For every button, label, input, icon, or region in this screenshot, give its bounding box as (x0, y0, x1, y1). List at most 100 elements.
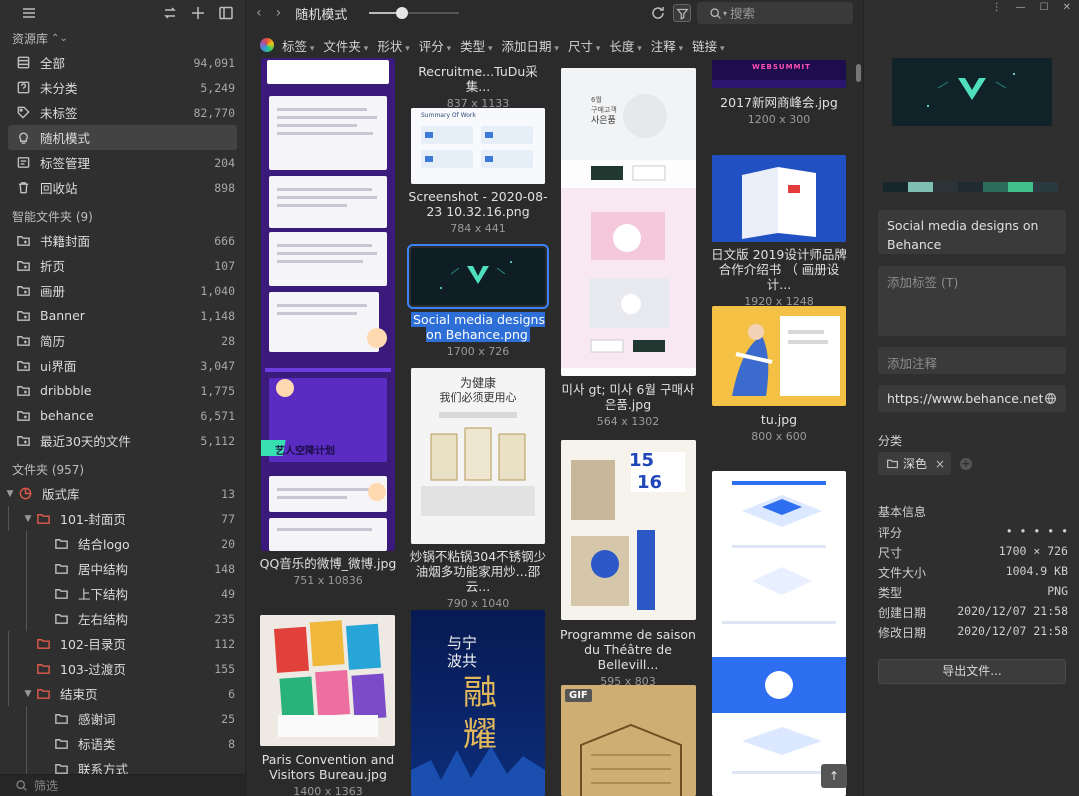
thumbnail-social-media[interactable] (407, 244, 549, 309)
thumbnail-screenshot[interactable]: Summary Of Work (411, 108, 545, 184)
library-item[interactable]: 未标签 82,770 (0, 100, 245, 125)
folder-tree-item[interactable]: 103-过渡页 155 (0, 656, 245, 681)
maximize-icon[interactable]: ☐ (1040, 2, 1049, 13)
tags-field[interactable]: 添加标签 (T) (878, 266, 1066, 336)
smart-folders-header[interactable]: 智能文件夹 (9) (0, 204, 245, 228)
thumbnail-wok[interactable]: 为健康 我们必须更用心 (411, 368, 545, 544)
smart-folder-item[interactable]: behance 6,571 (0, 403, 245, 428)
filter-chip[interactable]: 长度 (609, 36, 641, 55)
thumbnail-ningbo[interactable]: 与宁 波共 融耀 (411, 610, 545, 796)
palette-swatch[interactable] (983, 182, 1008, 192)
filter-chip[interactable]: 注释 (651, 36, 683, 55)
palette-swatch[interactable] (958, 182, 983, 192)
globe-icon[interactable] (1043, 390, 1057, 408)
library-header[interactable]: 资源库 ⌃⌄ (0, 26, 245, 50)
folder-tree-item[interactable]: 感谢词 25 (0, 706, 245, 731)
folder-tree-item[interactable]: ▼ 101-封面页 77 (0, 506, 245, 531)
expand-toggle-icon[interactable]: ▼ (22, 514, 34, 524)
zoom-handle[interactable] (395, 7, 408, 19)
folder-tree-item[interactable]: ▼ 结束页 6 (0, 681, 245, 706)
caption-qq-weibo[interactable]: QQ音乐的微博_微博.jpg 751 x 10836 (256, 556, 400, 588)
scroll-top-button[interactable]: ↑ (821, 764, 847, 788)
smart-folder-item[interactable]: 简历 28 (0, 328, 245, 353)
sidebar-filter[interactable]: 筛选 (0, 774, 245, 796)
filter-chip[interactable]: 添加日期 (502, 36, 559, 55)
caption-wok[interactable]: 炒锅不粘锅304不锈钢少油烟多功能家用炒...邵云... 790 x 1040 (406, 549, 550, 611)
folders-header[interactable]: 文件夹 (957) (0, 457, 245, 481)
palette-swatch[interactable] (933, 182, 958, 192)
thumbnail-misa[interactable]: 6월 구매고객 사은품 (561, 68, 696, 376)
smart-folder-item[interactable]: 最近30天的文件 5,112 (0, 428, 245, 453)
filter-chip[interactable]: 类型 (460, 36, 492, 55)
smart-folder-item[interactable]: 画册 1,040 (0, 278, 245, 303)
back-icon[interactable]: ‹ (256, 5, 262, 21)
folder-tree-item[interactable]: 结合logo 20 (0, 531, 245, 556)
palette-swatch[interactable] (1008, 182, 1033, 192)
thumbnail-bellevill[interactable]: 15 16 (561, 440, 696, 620)
folder-tree-item[interactable]: ▼ 版式库 13 (0, 481, 245, 506)
library-item[interactable]: 回收站 898 (0, 175, 245, 200)
search-box[interactable]: ▾ (697, 2, 853, 24)
caption-social-media[interactable]: Social media designs on Behance.png 1700… (406, 312, 550, 359)
caption-bellevill[interactable]: Programme de saison du Théâtre de Bellev… (556, 627, 700, 689)
menu-icon[interactable] (20, 4, 38, 22)
more-icon[interactable]: ⋮ (992, 2, 1002, 13)
filter-chip[interactable]: 链接 (692, 36, 724, 55)
smart-folder-item[interactable]: 书籍封面 666 (0, 228, 245, 253)
thumbnail-tu[interactable] (712, 306, 846, 406)
name-field[interactable]: Social media designs on Behance (878, 210, 1066, 254)
folder-tree-item[interactable]: 左右结构 235 (0, 606, 245, 631)
grid-scrollbar[interactable] (856, 64, 861, 82)
remove-folder-icon[interactable]: × (935, 457, 945, 471)
thumbnail-summit[interactable]: WEBSUMMIT (712, 60, 846, 88)
zoom-slider[interactable] (369, 6, 460, 20)
filter-chip[interactable]: 形状 (377, 36, 409, 55)
smart-folder-item[interactable]: Banner 1,148 (0, 303, 245, 328)
thumbnail-gif[interactable]: GIF (561, 685, 696, 796)
expand-toggle-icon[interactable]: ▼ (4, 489, 16, 499)
caption-summit[interactable]: 2017新网商峰会.jpg 1200 x 300 (707, 95, 851, 127)
preview-image[interactable] (892, 58, 1052, 126)
library-item[interactable]: 标签管理 204 (0, 150, 245, 175)
palette-swatch[interactable] (908, 182, 933, 192)
library-item[interactable]: 未分类 5,249 (0, 75, 245, 100)
sync-icon[interactable] (161, 4, 179, 22)
caption-screenshot[interactable]: Screenshot - 2020-08-23 10.32.16.png 784… (406, 189, 550, 236)
thumbnail-qq-weibo[interactable]: 艺人空降计划 (261, 58, 395, 551)
url-field[interactable]: https://www.behance.net/g (878, 385, 1066, 412)
folder-tree-item[interactable]: 102-目录页 112 (0, 631, 245, 656)
filter-chip[interactable]: 尺寸 (568, 36, 600, 55)
smart-folder-item[interactable]: 折页 107 (0, 253, 245, 278)
folder-tree-item[interactable]: 标语类 8 (0, 731, 245, 756)
folder-tree-item[interactable]: 居中结构 148 (0, 556, 245, 581)
refresh-icon[interactable] (649, 4, 667, 22)
folder-chip[interactable]: 深色 × (878, 452, 952, 475)
export-button[interactable]: 导出文件... (878, 659, 1066, 684)
caption-recruitment[interactable]: Recruitme...TuDu采集... 837 x 1133 (406, 64, 550, 111)
forward-icon[interactable]: › (276, 5, 282, 21)
smart-folder-item[interactable]: dribbble 1,775 (0, 378, 245, 403)
filter-chip[interactable]: 标签 (282, 36, 314, 55)
thumbnail-isometric[interactable] (712, 471, 846, 796)
add-folder-icon[interactable]: + (960, 458, 972, 470)
palette-swatch[interactable] (1033, 182, 1058, 192)
filter-chip[interactable]: 评分 (419, 36, 451, 55)
plus-icon[interactable] (189, 4, 207, 22)
search-dropdown-icon[interactable]: ▾ (723, 9, 727, 18)
caption-brochure[interactable]: 日文版 2019设计师品牌合作介绍书 （ 画册设计... 1920 x 1248 (707, 247, 851, 309)
caption-tu[interactable]: tu.jpg 800 x 600 (707, 412, 851, 444)
minimize-icon[interactable]: — (1016, 2, 1026, 13)
thumbnail-brochure[interactable] (712, 155, 846, 242)
palette-swatch[interactable] (883, 182, 908, 192)
thumbnail-paris-bureau[interactable] (260, 615, 395, 746)
filter-icon[interactable] (673, 4, 691, 22)
filter-chip[interactable]: 文件夹 (323, 36, 368, 55)
library-item[interactable]: 随机模式 (8, 125, 237, 150)
caption-misa[interactable]: 미사 gt; 미사 6월 구매사은품.jpg 564 x 1302 (556, 382, 700, 429)
panel-toggle-icon[interactable] (217, 4, 235, 22)
caption-paris-bureau[interactable]: Paris Convention and Visitors Bureau.jpg… (256, 752, 400, 796)
folder-tree-item[interactable]: 上下结构 49 (0, 581, 245, 606)
notes-field[interactable]: 添加注释 (878, 347, 1066, 374)
expand-toggle-icon[interactable]: ▼ (22, 689, 34, 699)
library-item[interactable]: 全部 94,091 (0, 50, 245, 75)
